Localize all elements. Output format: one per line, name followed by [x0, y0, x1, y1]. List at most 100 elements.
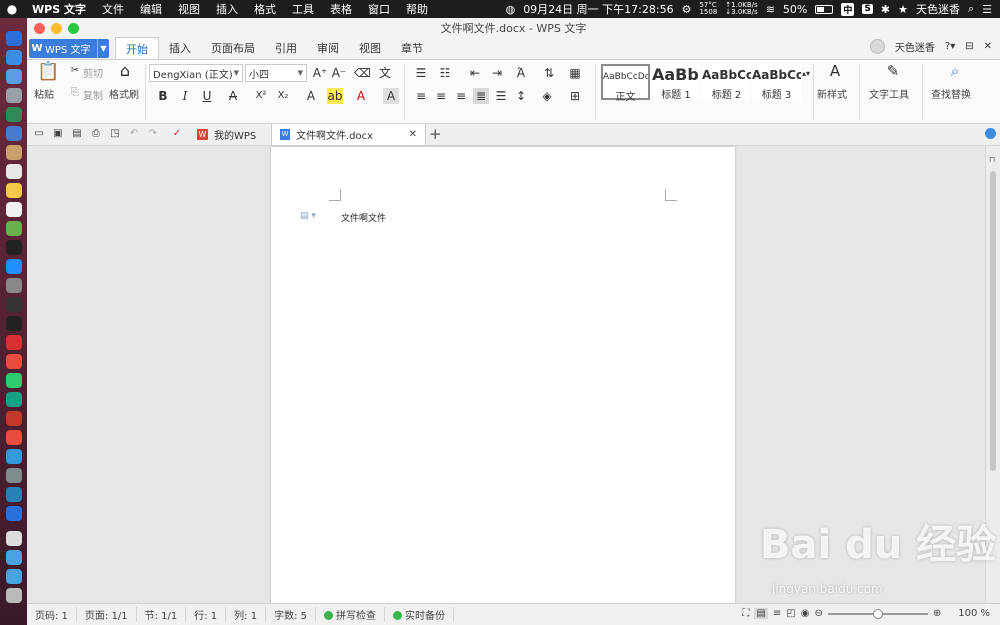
- borders-icon[interactable]: ⊞: [567, 88, 583, 104]
- check-icon[interactable]: ✓: [170, 128, 184, 142]
- menu-help[interactable]: 帮助: [398, 1, 436, 17]
- dock-app-icon[interactable]: [5, 145, 22, 160]
- decrease-indent-icon[interactable]: ⇤: [467, 65, 483, 81]
- gear-icon[interactable]: ⚙: [682, 3, 692, 16]
- align-left-icon[interactable]: ≡: [413, 88, 429, 104]
- new-style-button[interactable]: 新样式: [817, 86, 847, 101]
- menubar-user[interactable]: 天色迷香: [916, 1, 960, 17]
- justify-icon[interactable]: ≣: [473, 88, 489, 104]
- tab-view[interactable]: 视图: [349, 37, 391, 60]
- document-page[interactable]: ▤ ▾ 文件啊文件: [271, 147, 735, 607]
- zoom-out-icon[interactable]: ⊖: [814, 608, 822, 619]
- dock-app-icon[interactable]: [5, 392, 22, 407]
- wrench-icon[interactable]: ✎: [883, 63, 903, 83]
- outline-view-icon[interactable]: ≡: [773, 608, 781, 619]
- status-backup[interactable]: 实时备份: [385, 607, 454, 622]
- menu-window[interactable]: 窗口: [360, 1, 398, 17]
- dock-yandex-icon[interactable]: [5, 354, 22, 369]
- tab-review[interactable]: 审阅: [307, 37, 349, 60]
- shading-icon[interactable]: ◈: [539, 88, 555, 104]
- style-normal[interactable]: AaBbCcDd 正文: [601, 64, 650, 103]
- style-heading-1[interactable]: AaBb( 标题 1: [652, 64, 700, 101]
- distribute-icon[interactable]: ☰: [493, 88, 509, 104]
- dock-app-icon[interactable]: [5, 449, 22, 464]
- dock-app-icon[interactable]: [5, 221, 22, 236]
- document-body-text[interactable]: 文件啊文件: [341, 211, 386, 224]
- italic-icon[interactable]: I: [177, 88, 193, 104]
- dock-wps-icon[interactable]: [5, 506, 22, 521]
- save-icon[interactable]: ▣: [51, 128, 65, 142]
- wps-app-button[interactable]: W WPS 文字 ▼: [29, 39, 109, 58]
- reading-view-icon[interactable]: ◉: [801, 608, 810, 619]
- globe-icon[interactable]: ◍: [506, 3, 516, 16]
- status-row[interactable]: 行: 1: [186, 607, 227, 622]
- zoom-in-icon[interactable]: ⊕: [933, 608, 941, 619]
- dock-app-icon[interactable]: [5, 531, 22, 546]
- font-name-select[interactable]: DengXian (正文) ▼: [149, 64, 243, 82]
- dock-terminal-icon[interactable]: [5, 240, 22, 255]
- bold-icon[interactable]: B: [155, 88, 171, 104]
- dock-android-icon[interactable]: [5, 107, 22, 122]
- align-center-icon[interactable]: ≡: [433, 88, 449, 104]
- grow-font-icon[interactable]: A⁺: [312, 65, 328, 81]
- shrink-font-icon[interactable]: A⁻: [331, 65, 347, 81]
- text-tools-button[interactable]: 文字工具: [869, 86, 909, 101]
- line-spacing-icon[interactable]: ⇅: [541, 65, 557, 81]
- increase-indent-icon[interactable]: ⇥: [489, 65, 505, 81]
- page-view-icon[interactable]: ▤: [754, 608, 768, 619]
- dock-app-icon[interactable]: [5, 430, 22, 445]
- text-effect-icon[interactable]: A: [303, 88, 319, 104]
- print-preview-icon[interactable]: ◳: [108, 128, 122, 142]
- dock-app-icon[interactable]: [5, 88, 22, 103]
- dock-safari-icon[interactable]: [5, 69, 22, 84]
- input-method[interactable]: 中: [841, 2, 855, 16]
- sogou-icon[interactable]: S: [862, 4, 873, 14]
- status-spell-check[interactable]: 拼写检查: [316, 607, 385, 622]
- paste-icon[interactable]: 📋: [37, 63, 59, 84]
- tab-section[interactable]: 章节: [391, 37, 433, 60]
- wifi-icon[interactable]: ≋: [766, 3, 775, 16]
- paragraph-spacing-icon[interactable]: ↕: [513, 88, 529, 104]
- tab-page-layout[interactable]: 页面布局: [201, 37, 265, 60]
- paste-button[interactable]: 粘贴: [34, 86, 54, 101]
- strikethrough-icon[interactable]: A: [225, 88, 241, 104]
- clock-text[interactable]: 09月24日 周一 下午17:28:56: [523, 1, 673, 17]
- underline-icon[interactable]: U: [199, 88, 215, 104]
- search-icon[interactable]: ⌕: [968, 2, 974, 16]
- font-size-select[interactable]: 小四 ▼: [245, 64, 307, 82]
- highlight-icon[interactable]: ab: [327, 88, 343, 104]
- dock-app-icon[interactable]: [5, 316, 22, 331]
- dock-wechat-icon[interactable]: [5, 373, 22, 388]
- zoom-level[interactable]: 100 %: [958, 608, 990, 619]
- format-painter-icon[interactable]: ⌂: [115, 63, 135, 83]
- dock-notes-icon[interactable]: [5, 183, 22, 198]
- dock-netease-icon[interactable]: [5, 411, 22, 426]
- dock-app-icon[interactable]: [5, 126, 22, 141]
- bullets-icon[interactable]: ☰: [413, 65, 429, 81]
- account-name[interactable]: 天色迷香: [895, 39, 935, 54]
- dock-app-icon[interactable]: [5, 297, 22, 312]
- status-page-count[interactable]: 页面: 1/1: [77, 607, 137, 622]
- menu-app-name[interactable]: WPS 文字: [24, 1, 94, 17]
- align-right-icon[interactable]: ≡: [453, 88, 469, 104]
- superscript-icon[interactable]: X²: [253, 88, 269, 104]
- redo-icon[interactable]: ↷: [146, 128, 160, 142]
- menu-format[interactable]: 格式: [246, 1, 284, 17]
- find-icon[interactable]: ⌕: [945, 63, 965, 83]
- dock-launchpad-icon[interactable]: [5, 50, 22, 65]
- dock-app-icon[interactable]: [5, 487, 22, 502]
- new-tab-icon[interactable]: +: [429, 125, 442, 143]
- tab-insert[interactable]: 插入: [159, 37, 201, 60]
- status-section[interactable]: 节: 1/1: [137, 607, 187, 622]
- tab-references[interactable]: 引用: [265, 37, 307, 60]
- dock-app-icon[interactable]: [5, 202, 22, 217]
- dock-app-icon[interactable]: [5, 468, 22, 483]
- format-painter-button[interactable]: 格式刷: [109, 86, 139, 101]
- bluetooth-icon[interactable]: ✱: [881, 3, 890, 16]
- apple-icon[interactable]: ●: [0, 2, 24, 16]
- ruler-toggle-icon[interactable]: ⊓: [989, 155, 995, 164]
- help-icon[interactable]: ?▾: [945, 41, 955, 52]
- status-word-count[interactable]: 字数: 5: [266, 607, 316, 622]
- find-replace-button[interactable]: 查找替换: [931, 86, 971, 101]
- char-shading-icon[interactable]: A: [383, 88, 399, 104]
